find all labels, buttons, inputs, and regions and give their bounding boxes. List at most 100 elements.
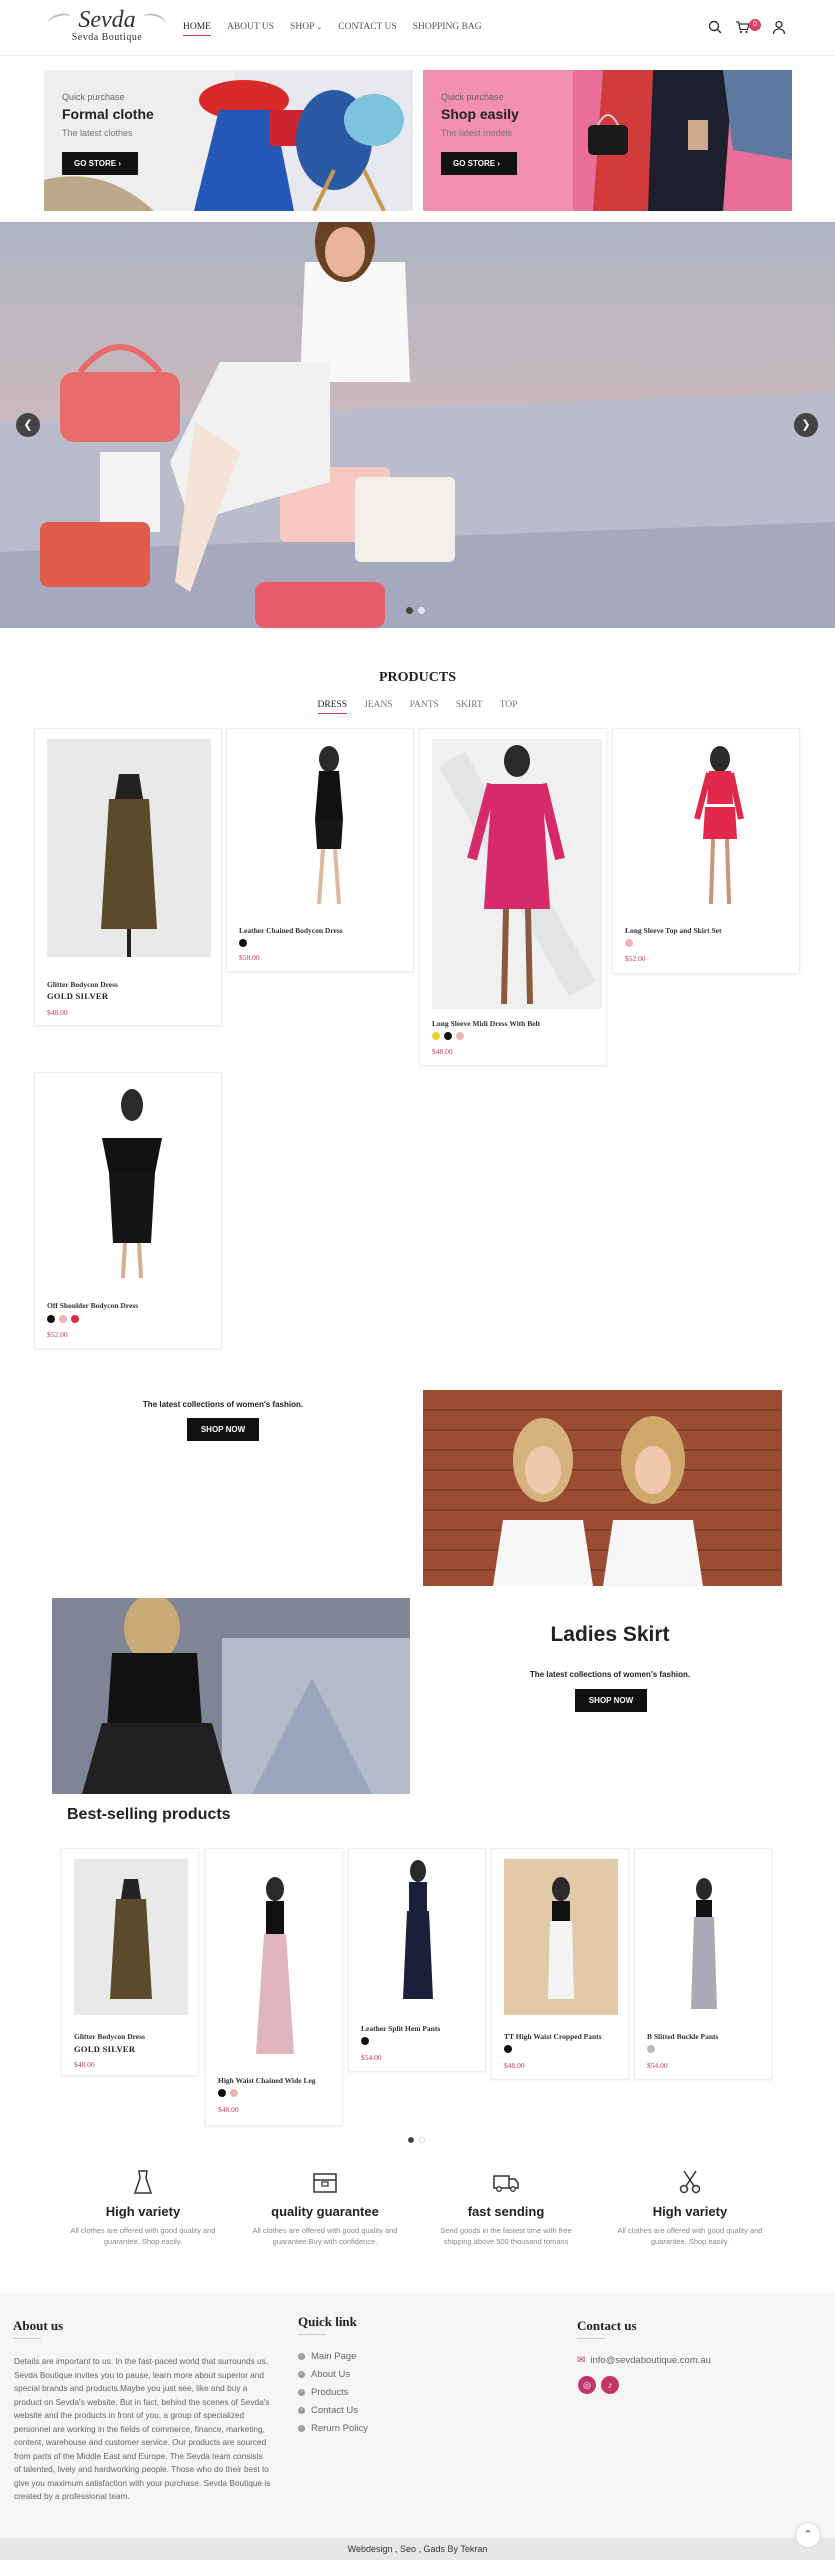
logo[interactable]: Sevda Sevda Boutique bbox=[46, 8, 168, 50]
banner-skirt-shop-now-button[interactable]: SHOP NOW bbox=[575, 1689, 647, 1712]
footer-quick-links: ✓ Main Page ✓ About Us ✓ Products ✓ Contact … bbox=[298, 2351, 368, 2441]
promo-formal-go-store-button[interactable]: GO STORE › bbox=[62, 152, 138, 175]
promo-formal-title: Formal clothe bbox=[62, 106, 154, 122]
scroll-to-top-icon[interactable]: ⌃ bbox=[795, 2522, 821, 2548]
swatch-grey[interactable] bbox=[647, 2045, 655, 2053]
check-circle-icon: ✓ bbox=[298, 2407, 305, 2414]
swatch-pink[interactable] bbox=[230, 2089, 238, 2097]
bestseller-card[interactable]: Leather Split Hem Pants $54.00 bbox=[348, 1848, 486, 2072]
nav-contact[interactable]: CONTACT US bbox=[338, 22, 396, 32]
product-card[interactable]: Leather Chained Bodycon Dress $58.00 bbox=[226, 728, 414, 972]
quick-link-products[interactable]: ✓ Products bbox=[298, 2387, 368, 2398]
color-swatches bbox=[218, 2089, 238, 2097]
banner-skirt-subtitle: The latest collections of women's fashio… bbox=[529, 1670, 691, 1679]
tab-dress[interactable]: DRESS bbox=[317, 700, 347, 714]
swatch-pink[interactable] bbox=[59, 1315, 67, 1323]
color-swatches bbox=[432, 1032, 464, 1040]
quick-link-main[interactable]: ✓ Main Page bbox=[298, 2351, 368, 2362]
swatch-yellow[interactable] bbox=[432, 1032, 440, 1040]
product-image bbox=[47, 739, 211, 957]
tiktok-icon[interactable]: ♪ bbox=[601, 2376, 619, 2394]
product-name: Long Sleeve Midi Dress With Belt bbox=[432, 1019, 541, 1028]
product-name: Glitter Bodycon Dress bbox=[74, 2032, 145, 2041]
swatch-black[interactable] bbox=[504, 2045, 512, 2053]
copyright-bar: Webdesign , Seo , Gads By Tekran bbox=[0, 2538, 835, 2560]
bestselling-dot-2[interactable] bbox=[419, 2137, 425, 2143]
quick-link-label: About Us bbox=[311, 2369, 351, 2380]
tab-jeans[interactable]: JEANS bbox=[364, 700, 393, 710]
product-price: $52.00 bbox=[625, 954, 646, 963]
promo-shop-go-store-button[interactable]: GO STORE › bbox=[441, 152, 517, 175]
tab-skirt[interactable]: SKIRT bbox=[456, 700, 483, 710]
product-name: Long Sleeve Top and Skirt Set bbox=[625, 926, 722, 935]
tab-pants[interactable]: PANTS bbox=[410, 700, 439, 710]
feature-variety: High variety All clothes are offered wit… bbox=[57, 2168, 229, 2247]
site-header: Sevda Sevda Boutique HOME ABOUT US SHOP … bbox=[0, 0, 835, 56]
swatch-pink[interactable] bbox=[625, 939, 633, 947]
hero-dot-1[interactable] bbox=[406, 607, 413, 614]
banner-collection-subtitle: The latest collections of women's fashio… bbox=[142, 1400, 304, 1409]
swatch-black[interactable] bbox=[239, 939, 247, 947]
scissors-icon bbox=[676, 2168, 704, 2196]
check-circle-icon: ✓ bbox=[298, 2371, 305, 2378]
banner-shop-now-button[interactable]: SHOP NOW bbox=[187, 1418, 259, 1441]
product-card[interactable]: Off Shoulder Bodycon Dress $52.00 bbox=[34, 1072, 222, 1349]
product-card[interactable]: Glitter Bodycon Dress GOLD SILVER $48.00 bbox=[34, 728, 222, 1026]
instagram-icon[interactable]: ◎ bbox=[578, 2376, 596, 2394]
nav-shop[interactable]: SHOP ⌄ bbox=[290, 22, 322, 32]
promo-formal-kicker: Quick purchase bbox=[62, 92, 125, 102]
product-card[interactable]: Long Sleeve Top and Skirt Set $52.00 bbox=[612, 728, 800, 974]
nav-about[interactable]: ABOUT US bbox=[227, 22, 274, 32]
products-tabs: DRESS JEANS PANTS SKIRT TOP bbox=[0, 700, 835, 714]
hero-prev-arrow-icon[interactable]: ❮ bbox=[16, 413, 40, 437]
cart-count-badge: 0 bbox=[749, 19, 761, 31]
feature-sending: fast sending Send goods in the fastest t… bbox=[420, 2168, 592, 2247]
product-card[interactable]: Long Sleeve Midi Dress With Belt $48.00 bbox=[419, 728, 607, 1066]
feature-description: Send goods in the fastest time with free… bbox=[440, 2226, 572, 2246]
hero-next-arrow-icon[interactable]: ❯ bbox=[794, 413, 818, 437]
divider bbox=[13, 2338, 41, 2339]
footer-email-text: info@sevdaboutique.com.au bbox=[590, 2355, 711, 2366]
hero-dot-2[interactable] bbox=[418, 607, 425, 614]
bestseller-card[interactable]: Glitter Bodycon Dress GOLD SILVER $48.00 bbox=[61, 1848, 199, 2076]
product-image bbox=[47, 1083, 211, 1283]
swatch-black[interactable] bbox=[361, 2037, 369, 2045]
product-price: $58.00 bbox=[239, 953, 260, 962]
bestseller-card[interactable]: High Waist Chained Wide Leg $48.00 bbox=[205, 1848, 343, 2126]
header-icons: 0 bbox=[707, 19, 787, 35]
divider bbox=[577, 2338, 605, 2339]
hero-pagination bbox=[406, 607, 425, 614]
swatch-black[interactable] bbox=[218, 2089, 226, 2097]
promo-formal[interactable]: Quick purchase Formal clothe The latest … bbox=[44, 70, 413, 211]
promo-shop-easily[interactable]: Quick purchase Shop easily The latest mo… bbox=[423, 70, 792, 211]
swatch-black[interactable] bbox=[444, 1032, 452, 1040]
quick-link-contact[interactable]: ✓ Contact Us bbox=[298, 2405, 368, 2416]
nav-home[interactable]: HOME bbox=[183, 22, 211, 36]
user-icon[interactable] bbox=[771, 19, 787, 35]
tab-top[interactable]: TOP bbox=[500, 700, 518, 710]
promo-shop-title: Shop easily bbox=[441, 106, 519, 122]
search-icon[interactable] bbox=[707, 19, 723, 35]
swatch-pink[interactable] bbox=[456, 1032, 464, 1040]
box-icon bbox=[311, 2168, 339, 2196]
feature-title: High variety bbox=[652, 2204, 728, 2219]
swatch-black[interactable] bbox=[47, 1315, 55, 1323]
bestseller-card[interactable]: B Slitted Buckle Pants $54.00 bbox=[634, 1848, 772, 2080]
bestseller-card[interactable]: TT High Waist Cropped Pants $48.00 bbox=[491, 1848, 629, 2080]
swatch-red[interactable] bbox=[71, 1315, 79, 1323]
bestselling-dot-1[interactable] bbox=[408, 2137, 414, 2143]
nav-shopping-bag[interactable]: SHOPPING BAG bbox=[413, 22, 482, 32]
footer-email[interactable]: ✉ info@sevdaboutique.com.au bbox=[577, 2355, 711, 2366]
divider bbox=[298, 2334, 326, 2335]
product-price: $48.00 bbox=[432, 1047, 453, 1056]
color-swatches bbox=[239, 939, 247, 947]
banner-skirt-image bbox=[52, 1598, 410, 1794]
quick-link-return[interactable]: ✓ Rerurn Policy bbox=[298, 2423, 368, 2434]
quick-link-label: Rerurn Policy bbox=[311, 2423, 369, 2434]
cart-icon[interactable]: 0 bbox=[735, 19, 761, 35]
product-options: GOLD SILVER bbox=[74, 2044, 136, 2054]
product-options: GOLD SILVER bbox=[47, 991, 109, 1001]
quick-link-about[interactable]: ✓ About Us bbox=[298, 2369, 368, 2380]
product-image bbox=[504, 1859, 618, 2015]
product-price: $54.00 bbox=[647, 2061, 668, 2070]
